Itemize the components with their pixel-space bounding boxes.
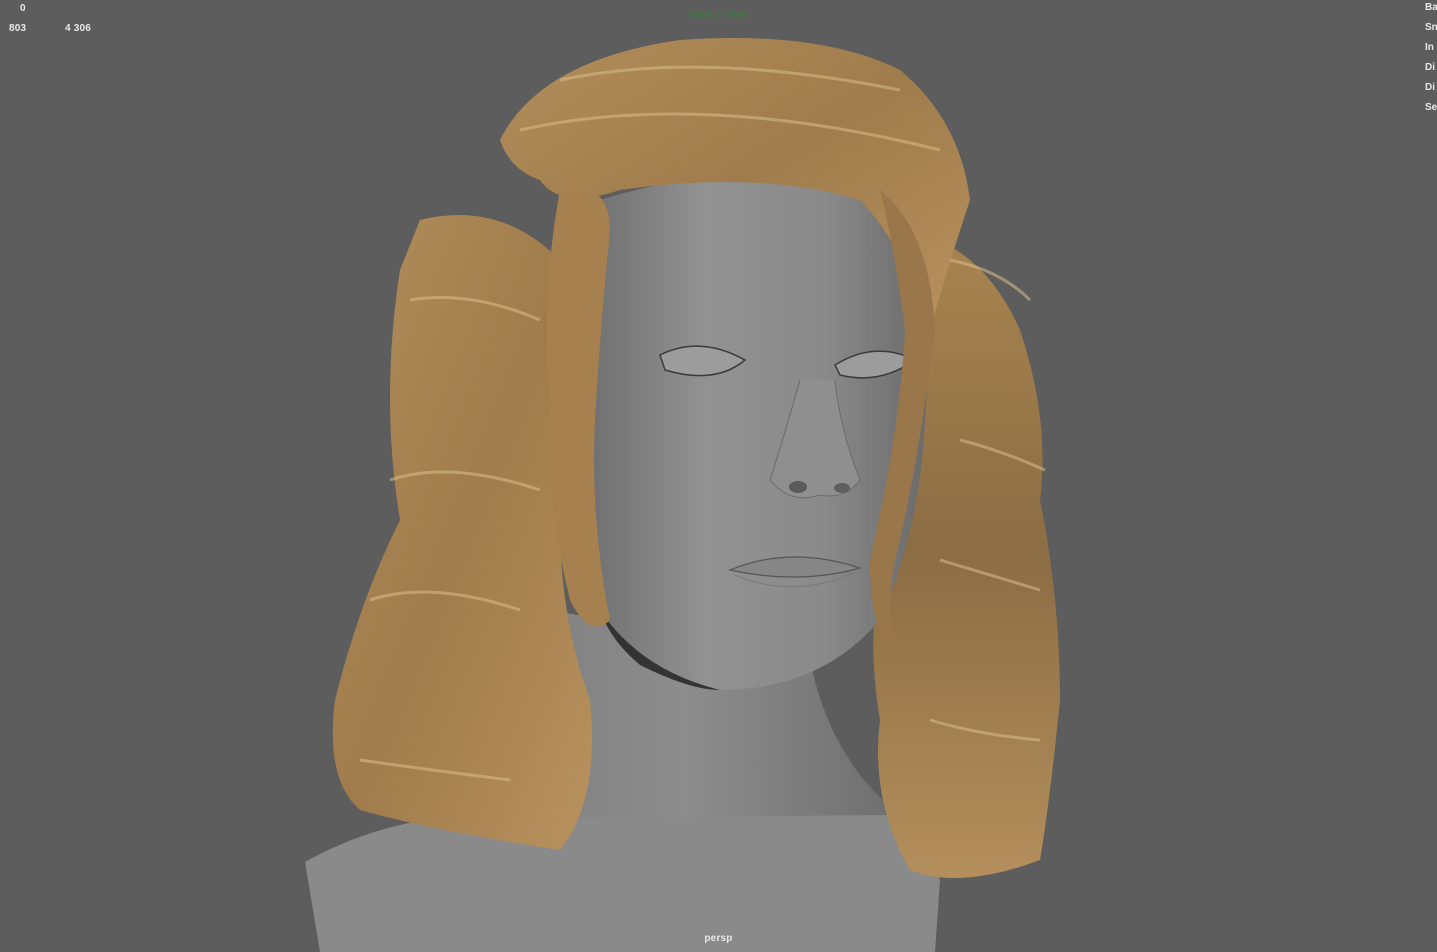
hud-resolution: 2000 x 2000 xyxy=(689,10,748,21)
hud-right-label: Di xyxy=(1425,62,1435,73)
hud-right-label: Di xyxy=(1425,82,1435,93)
hud-second-row-right: 4 306 xyxy=(65,23,92,34)
shoulders xyxy=(305,805,940,952)
hud-camera-name: persp xyxy=(704,933,733,944)
hud-right-label: Sn xyxy=(1425,22,1437,33)
hud-right-labels: Ba Sn In Di Di Se xyxy=(1425,3,1437,123)
hud-right-label: In xyxy=(1425,42,1434,53)
head-model-render[interactable] xyxy=(0,0,1437,952)
hud-right-label: Se xyxy=(1425,102,1437,113)
maya-viewport[interactable]: 0 803 4 306 2000 x 2000 Ba Sn In Di Di S… xyxy=(0,0,1437,952)
hud-second-row-left: 803 xyxy=(9,23,27,34)
hud-right-label: Ba xyxy=(1425,3,1437,13)
